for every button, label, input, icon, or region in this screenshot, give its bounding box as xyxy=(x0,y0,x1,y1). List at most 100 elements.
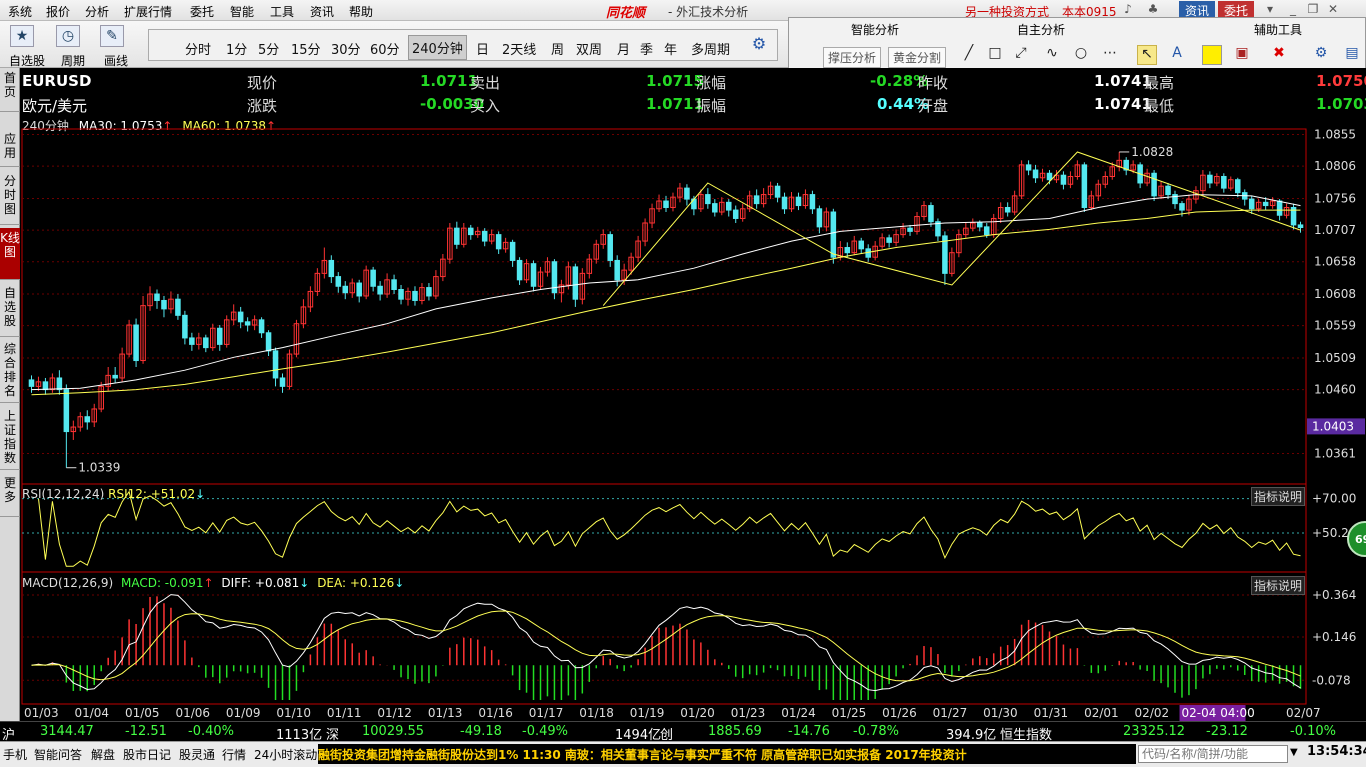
candle-up xyxy=(823,211,830,228)
tab-commentary[interactable]: 解盘 xyxy=(91,746,115,763)
tab-kline[interactable]: K线图 xyxy=(0,228,20,280)
shirt-icon[interactable]: ♣ xyxy=(1145,2,1161,18)
smart-analysis-title[interactable]: 智能分析 xyxy=(851,21,899,38)
tab-ranking[interactable]: 综合排名 xyxy=(0,339,20,403)
menu-analysis[interactable]: 分析 xyxy=(85,3,109,20)
period-240m[interactable]: 240分钟 xyxy=(408,35,467,60)
rsi-help-button[interactable]: 指标说明 xyxy=(1251,487,1306,506)
draw-label[interactable]: 画线 xyxy=(104,52,128,69)
menu-system[interactable]: 系统 xyxy=(8,3,32,20)
period-2day[interactable]: 2天线 xyxy=(502,39,536,58)
candle-down xyxy=(133,324,139,362)
tab-market[interactable]: 行情 xyxy=(222,746,246,763)
candle-up xyxy=(837,247,844,258)
dropdown-icon[interactable]: ▼ xyxy=(1290,747,1298,758)
restore-icon[interactable]: ❐ xyxy=(1305,2,1321,18)
menu-trade[interactable]: 委托 xyxy=(190,3,214,20)
candle-down xyxy=(1241,192,1248,200)
settings-icon[interactable]: ⚙ xyxy=(1311,45,1331,65)
candle-up xyxy=(670,196,676,208)
period-day[interactable]: 日 xyxy=(476,39,489,58)
period-5m[interactable]: 5分 xyxy=(258,39,279,58)
menu-tools[interactable]: 工具 xyxy=(270,3,294,20)
candle-down xyxy=(865,248,871,258)
period-label[interactable]: 周期 xyxy=(61,52,85,69)
tab-gulingtong[interactable]: 股灵通 xyxy=(179,746,215,763)
tab-mobile[interactable]: 手机 xyxy=(3,746,27,763)
period-30m[interactable]: 30分 xyxy=(331,39,361,58)
style-tool-icon[interactable]: ▣ xyxy=(1232,45,1252,65)
period-quarter[interactable]: 季 xyxy=(640,39,653,58)
period-intraday[interactable]: 分时 xyxy=(185,39,211,58)
candle-down xyxy=(1046,172,1053,181)
menu-news[interactable]: 资讯 xyxy=(310,3,334,20)
news-ticker[interactable]: 融街投资集团增持金融街股份达到1% 11:30 南玻：相关董事言论与事实严重不符… xyxy=(318,744,1136,764)
candle-up xyxy=(1228,179,1234,189)
tab-diary[interactable]: 股市日记 xyxy=(123,746,171,763)
delete-icon[interactable]: ✖ xyxy=(1269,45,1289,65)
period-year[interactable]: 年 xyxy=(664,39,677,58)
up-arrow-icon: ↑ xyxy=(266,119,277,133)
menu-help[interactable]: 帮助 xyxy=(349,3,373,20)
tab-intraday[interactable]: 分时图 xyxy=(0,171,20,225)
menu-extended[interactable]: 扩展行情 xyxy=(124,3,172,20)
code-search-input[interactable] xyxy=(1138,745,1288,763)
candle-down xyxy=(551,261,558,294)
wave-tool-icon[interactable]: ∿ xyxy=(1042,45,1062,65)
period-biweek[interactable]: 双周 xyxy=(576,39,602,58)
tab-sh-index[interactable]: 上证指数 xyxy=(0,406,20,470)
color-swatch[interactable] xyxy=(1202,45,1222,65)
candle-up xyxy=(642,222,648,242)
gear-icon[interactable]: ⚙ xyxy=(749,34,769,54)
clock-icon[interactable]: ◷ xyxy=(56,25,80,47)
line-tool-icon[interactable]: ╱ xyxy=(959,45,979,65)
candle-up xyxy=(502,241,509,250)
price-tick: 1.0658 xyxy=(1314,255,1356,269)
candle-down xyxy=(1262,201,1269,207)
circle-tool-icon[interactable]: ○ xyxy=(1071,45,1091,65)
candle-up xyxy=(656,200,662,210)
period-15m[interactable]: 15分 xyxy=(291,39,321,58)
cursor-icon[interactable]: ↖ xyxy=(1137,45,1157,65)
period-week[interactable]: 周 xyxy=(551,39,564,58)
text-tool-icon[interactable]: A xyxy=(1167,45,1187,65)
custom-analysis-title[interactable]: 自主分析 xyxy=(1017,21,1065,38)
golden-section-button[interactable]: 黄金分割 xyxy=(888,47,947,68)
tab-qa[interactable]: 智能问答 xyxy=(34,746,82,763)
period-1m[interactable]: 1分 xyxy=(226,39,247,58)
signal-badge[interactable]: 69 xyxy=(1347,521,1366,557)
candle-down xyxy=(1290,206,1297,226)
sh-value: 3144.47 xyxy=(40,724,94,739)
tab-home[interactable]: 首页 xyxy=(0,68,20,112)
analysis-panel: 智能分析 自主分析 辅助工具 撑压分析 黄金分割 ╱ □ ⤢ ∿ ○ ⋯ ↖ A… xyxy=(788,17,1366,72)
macd-help-button[interactable]: 指标说明 xyxy=(1251,576,1306,595)
candle-down xyxy=(983,226,990,236)
rect-tool-icon[interactable]: □ xyxy=(985,45,1005,65)
aux-tools-title[interactable]: 辅助工具 xyxy=(1254,21,1302,38)
candle-up xyxy=(1193,190,1199,200)
tab-more[interactable]: 更多 xyxy=(0,473,20,517)
tab-apps[interactable]: 应用 xyxy=(0,129,20,167)
candle-up xyxy=(900,227,906,236)
tab-24h[interactable]: 24小时滚动 xyxy=(254,746,317,763)
pencil-icon[interactable]: ✎ xyxy=(100,25,124,47)
menu-quote[interactable]: 报价 xyxy=(46,3,70,20)
bell-icon[interactable]: ♪ xyxy=(1120,2,1136,18)
now-label: 现价 xyxy=(247,74,278,92)
more-icon[interactable]: ⋯ xyxy=(1100,45,1120,65)
period-month[interactable]: 月 xyxy=(617,39,630,58)
ray-tool-icon[interactable]: ⤢ xyxy=(1011,45,1031,65)
star-icon[interactable]: ★ xyxy=(10,25,34,47)
tab-watchlist[interactable]: 自选股 xyxy=(0,283,20,337)
close-icon[interactable]: ✕ xyxy=(1325,2,1341,18)
period-60m[interactable]: 60分 xyxy=(370,39,400,58)
support-resistance-button[interactable]: 撑压分析 xyxy=(823,47,882,68)
candle-up xyxy=(949,252,955,274)
period-multi[interactable]: 多周期 xyxy=(691,39,730,58)
lock-icon[interactable]: ▤ xyxy=(1342,45,1362,65)
chevron-down-icon[interactable]: ▾ xyxy=(1262,2,1278,18)
minimize-icon[interactable]: _ xyxy=(1285,2,1301,18)
self-select-label[interactable]: 自选股 xyxy=(9,52,45,69)
price-tick: 1.0361 xyxy=(1314,447,1356,461)
menu-smart[interactable]: 智能 xyxy=(230,3,254,20)
